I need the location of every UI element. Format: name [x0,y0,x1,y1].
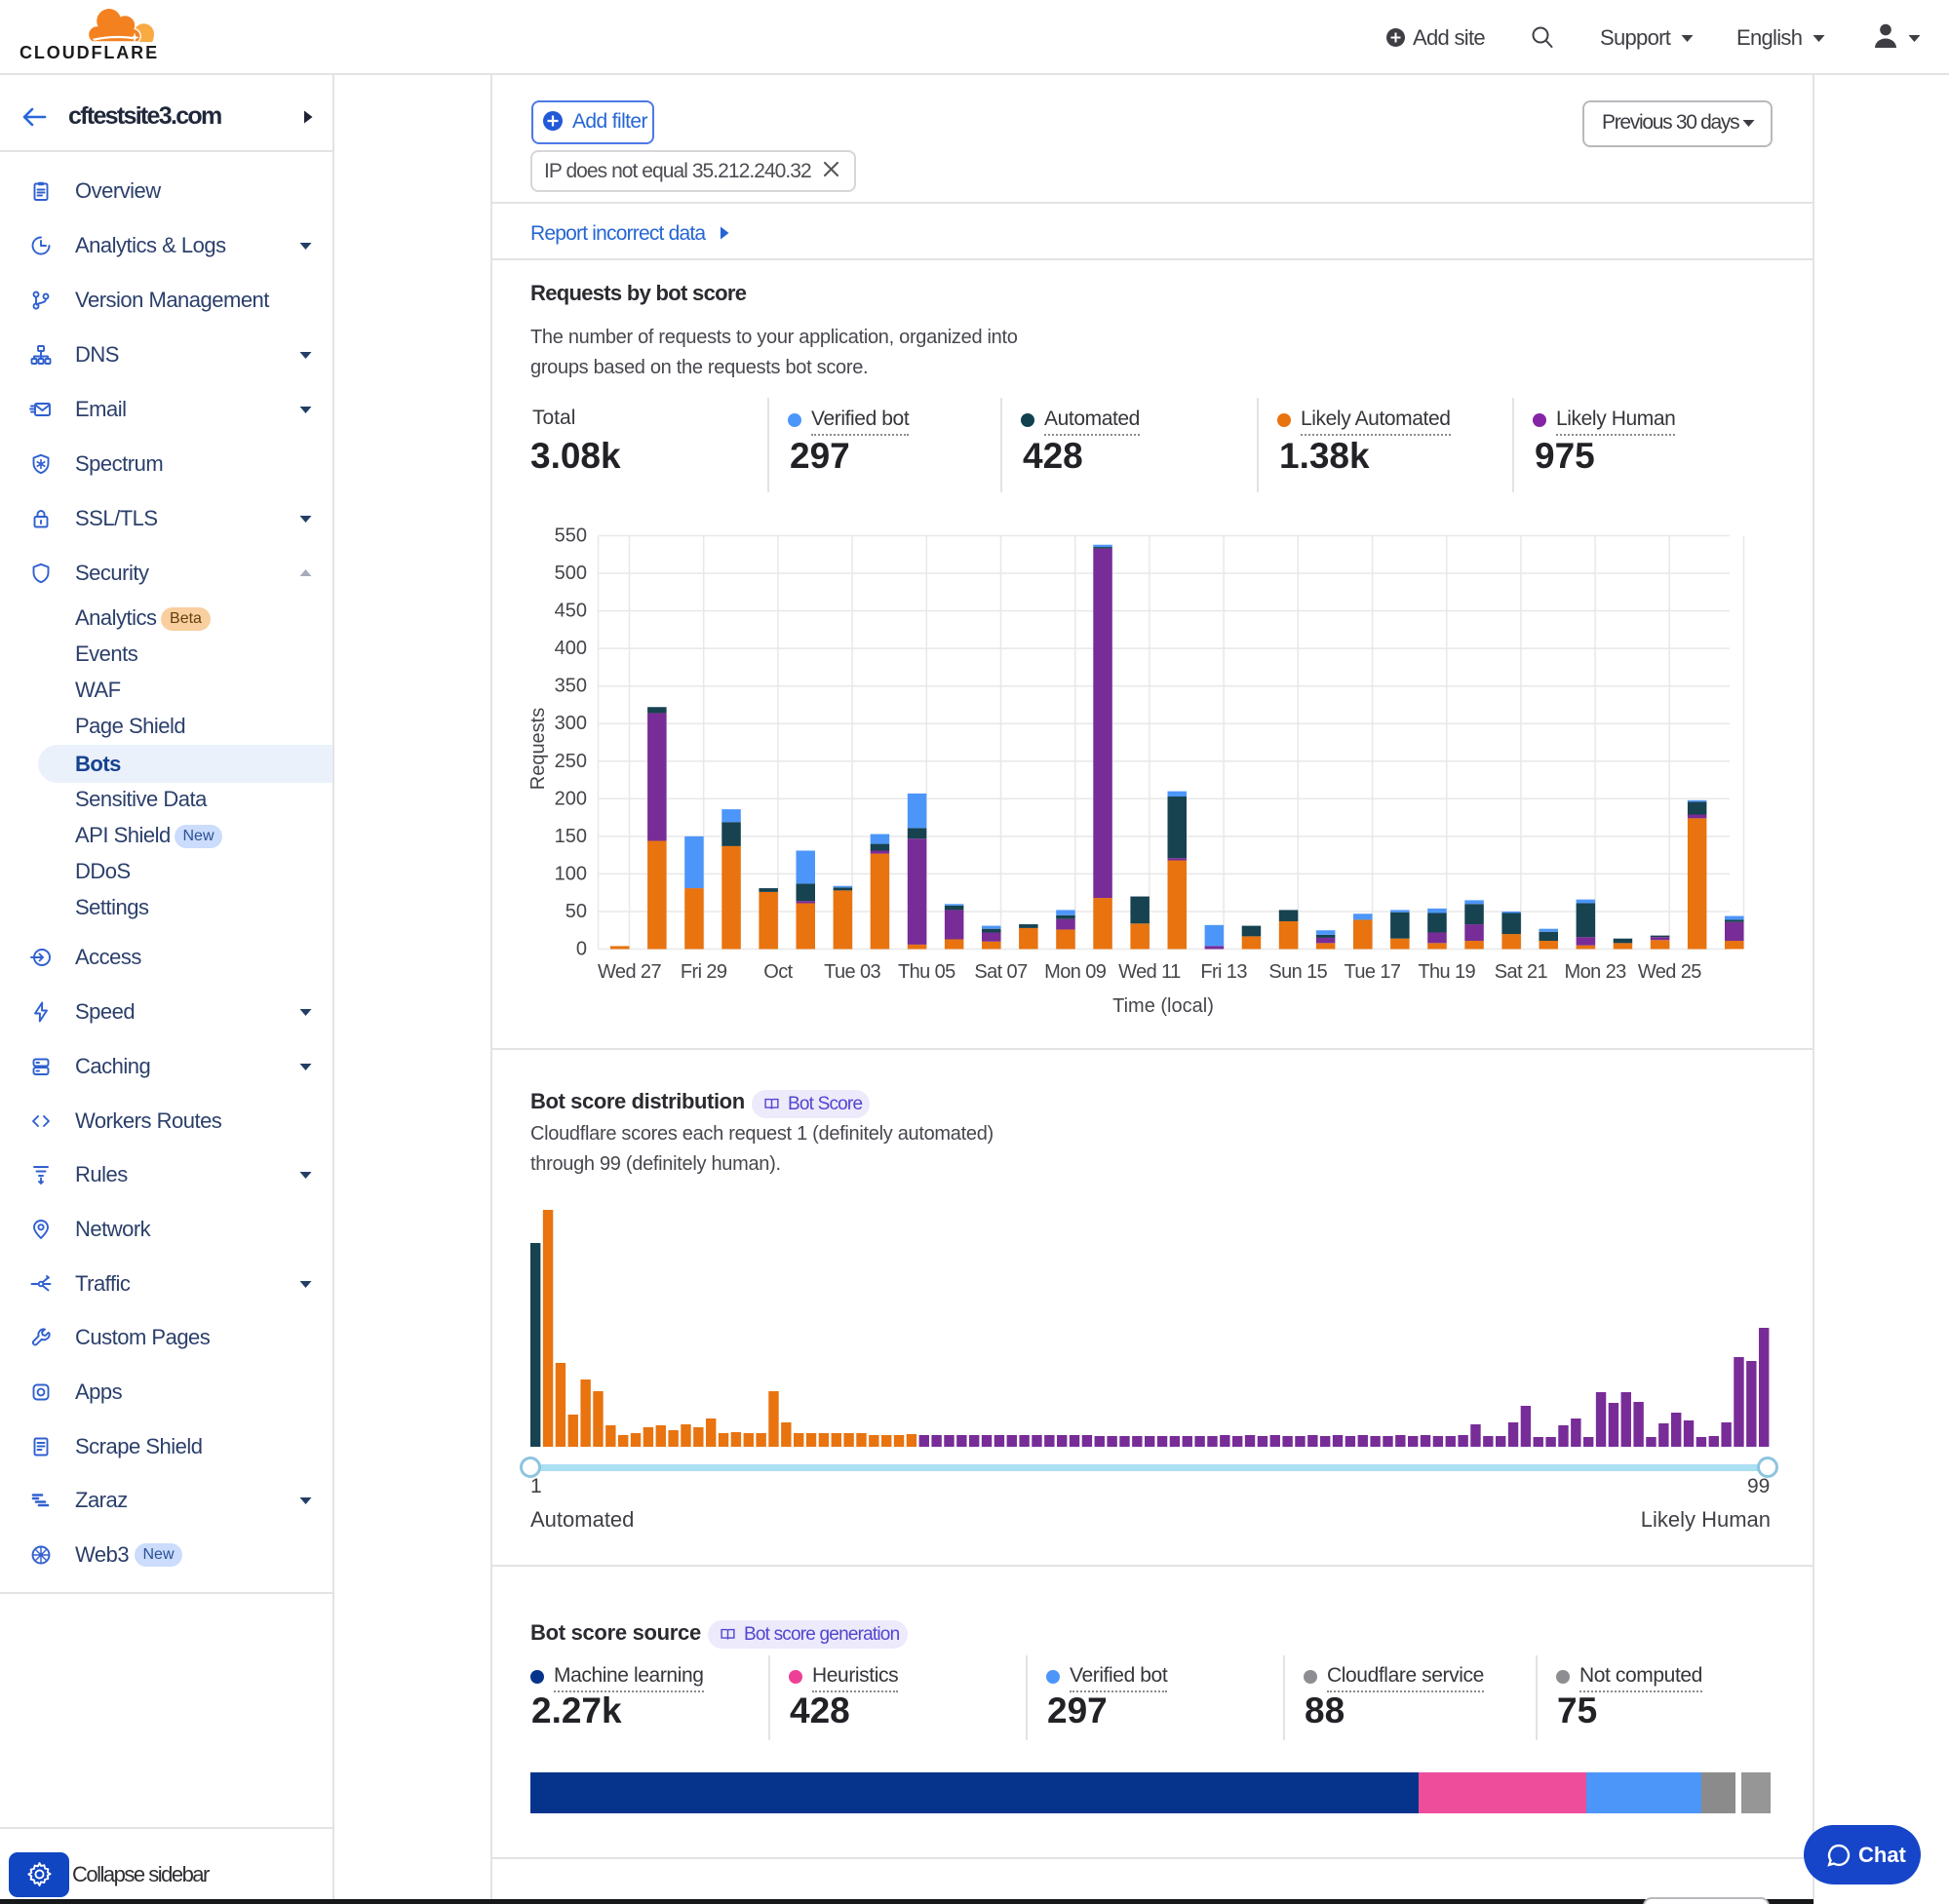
svg-text:450: 450 [555,601,587,622]
svg-text:Wed 27: Wed 27 [598,961,661,983]
svg-text:350: 350 [555,676,587,697]
svg-text:400: 400 [555,638,587,659]
svg-text:Mon 09: Mon 09 [1044,961,1107,983]
svg-text:Thu 05: Thu 05 [898,961,955,983]
svg-text:100: 100 [555,863,587,884]
svg-text:Fri 29: Fri 29 [681,961,727,983]
svg-text:Time (local): Time (local) [1112,995,1214,1017]
svg-text:Oct: Oct [763,961,793,983]
svg-text:200: 200 [555,788,587,809]
svg-text:0: 0 [576,939,587,960]
svg-text:Wed 11: Wed 11 [1118,961,1181,983]
svg-text:Tue 03: Tue 03 [824,961,880,983]
svg-text:Wed 25: Wed 25 [1638,961,1701,983]
svg-text:550: 550 [555,525,587,547]
svg-text:Sun 15: Sun 15 [1268,961,1327,983]
svg-text:150: 150 [555,826,587,847]
svg-text:250: 250 [555,751,587,772]
svg-text:500: 500 [555,563,587,584]
svg-text:Sat 07: Sat 07 [974,961,1028,983]
svg-text:Tue 17: Tue 17 [1345,961,1401,983]
svg-text:Thu 19: Thu 19 [1418,961,1475,983]
svg-text:50: 50 [565,901,587,922]
svg-text:300: 300 [555,713,587,734]
svg-text:Fri 13: Fri 13 [1200,961,1247,983]
svg-text:Sat 21: Sat 21 [1495,961,1548,983]
svg-text:Mon 23: Mon 23 [1565,961,1627,983]
svg-text:Requests: Requests [527,708,549,791]
